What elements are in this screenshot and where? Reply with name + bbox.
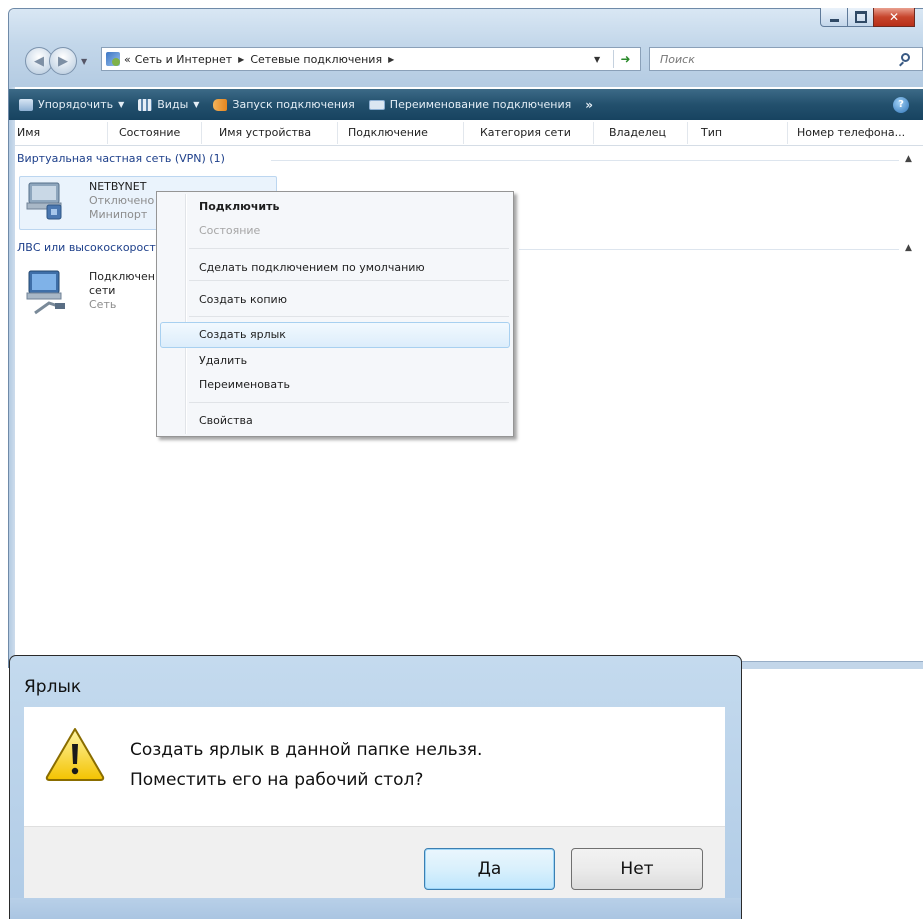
menu-item-connect[interactable]: Подключить	[199, 200, 279, 213]
command-bar: Упорядочить ▼ Виды ▼ Запуск подключения …	[9, 89, 923, 120]
breadcrumb-network-connections[interactable]: Сетевые подключения	[250, 53, 382, 66]
breadcrumb-network-internet[interactable]: Сеть и Интернет	[135, 53, 232, 66]
yes-button[interactable]: Да	[424, 848, 555, 890]
forward-arrow-icon: ▶	[58, 53, 68, 69]
rename-icon	[368, 99, 385, 110]
network-folder-icon	[106, 52, 120, 66]
menu-item-create-shortcut[interactable]: Создать ярлык	[199, 328, 286, 341]
collapse-group-icon[interactable]: ▲	[905, 243, 912, 253]
organize-button[interactable]: Упорядочить ▼	[9, 98, 124, 111]
back-arrow-icon: ◀	[34, 53, 44, 69]
start-connection-button[interactable]: Запуск подключения	[213, 98, 355, 111]
refresh-button[interactable]: ➜	[613, 50, 637, 68]
menu-separator	[189, 280, 509, 281]
column-phone-number[interactable]: Номер телефона...	[797, 126, 905, 139]
breadcrumb-separator-icon[interactable]: ▶	[388, 55, 394, 64]
column-name[interactable]: Имя	[17, 126, 40, 139]
address-dropdown[interactable]: ▼	[594, 55, 600, 64]
close-button[interactable]: ✕	[873, 8, 915, 27]
address-bar[interactable]: « Сеть и Интернет ▶ Сетевые подключения …	[101, 47, 641, 71]
menu-item-status: Состояние	[199, 224, 261, 237]
dialog-frame-bottom	[9, 898, 742, 919]
lan-connection-icon	[26, 270, 65, 315]
dialog-title: Ярлык	[24, 677, 82, 697]
window-frame-left	[9, 87, 15, 669]
menu-item-set-default[interactable]: Сделать подключением по умолчанию	[199, 261, 425, 274]
maximize-button[interactable]	[847, 8, 874, 27]
chevron-down-icon: ▼	[193, 100, 200, 109]
vpn-connection-icon	[26, 182, 62, 220]
menu-separator	[189, 248, 509, 249]
column-header: Имя Состояние Имя устройства Подключение…	[15, 120, 923, 146]
chevron-down-icon: ▼	[118, 100, 125, 109]
column-type[interactable]: Тип	[701, 126, 722, 139]
column-network-category[interactable]: Категория сети	[480, 126, 571, 139]
organize-label: Упорядочить	[38, 98, 114, 111]
breadcrumb-separator-icon[interactable]: ▶	[238, 55, 244, 64]
collapse-group-icon[interactable]: ▲	[905, 154, 912, 164]
refresh-icon: ➜	[620, 52, 631, 66]
menu-separator	[189, 316, 509, 317]
toolbar-overflow-button[interactable]: »	[585, 98, 593, 112]
menu-separator	[189, 402, 509, 403]
breadcrumb-overflow[interactable]: «	[124, 53, 131, 66]
no-button[interactable]: Нет	[571, 848, 703, 890]
menu-item-delete[interactable]: Удалить	[199, 354, 247, 367]
menu-item-create-copy[interactable]: Создать копию	[199, 293, 287, 306]
recent-pages-dropdown[interactable]: ▼	[81, 57, 87, 66]
group-divider	[271, 160, 899, 161]
views-icon	[138, 98, 153, 111]
menu-item-rename[interactable]: Переименовать	[199, 378, 290, 391]
forward-button[interactable]: ▶	[49, 47, 77, 75]
column-device-name[interactable]: Имя устройства	[219, 126, 311, 139]
connection-status: Отключено	[89, 194, 155, 207]
menu-item-properties[interactable]: Свойства	[199, 414, 253, 427]
minimize-button[interactable]	[820, 8, 848, 27]
rename-connection-button[interactable]: Переименование подключения	[368, 98, 572, 111]
close-icon: ✕	[888, 10, 900, 24]
help-icon[interactable]: ?	[893, 97, 909, 113]
column-status[interactable]: Состояние	[119, 126, 180, 139]
column-owner[interactable]: Владелец	[609, 126, 666, 139]
views-label: Виды	[157, 98, 189, 111]
connection-name: NETBYNET	[89, 180, 147, 193]
warning-icon	[45, 728, 105, 781]
connection-device: Минипорт	[89, 208, 148, 221]
maximize-icon	[854, 11, 867, 23]
group-divider	[519, 249, 899, 250]
group-header-vpn[interactable]: Виртуальная частная сеть (VPN) (1)	[17, 152, 225, 165]
minimize-icon	[829, 18, 839, 22]
views-button[interactable]: Виды ▼	[138, 98, 199, 111]
search-box[interactable]	[649, 47, 923, 71]
organize-icon	[19, 98, 33, 111]
rename-connection-label: Переименование подключения	[389, 98, 572, 111]
start-connection-icon	[213, 98, 228, 111]
search-input[interactable]	[658, 51, 892, 67]
search-icon[interactable]	[901, 53, 910, 62]
context-menu: Подключить Состояние Сделать подключение…	[156, 191, 514, 437]
dialog-message-line2: Поместить его на рабочий стол?	[130, 770, 424, 790]
connection-status: Сеть	[89, 298, 117, 311]
start-connection-label: Запуск подключения	[232, 98, 355, 111]
connection-name-line2: сети	[89, 284, 116, 297]
column-connection[interactable]: Подключение	[348, 126, 428, 139]
dialog-message-line1: Создать ярлык в данной папке нельзя.	[130, 740, 483, 760]
dialog-body	[24, 707, 725, 826]
